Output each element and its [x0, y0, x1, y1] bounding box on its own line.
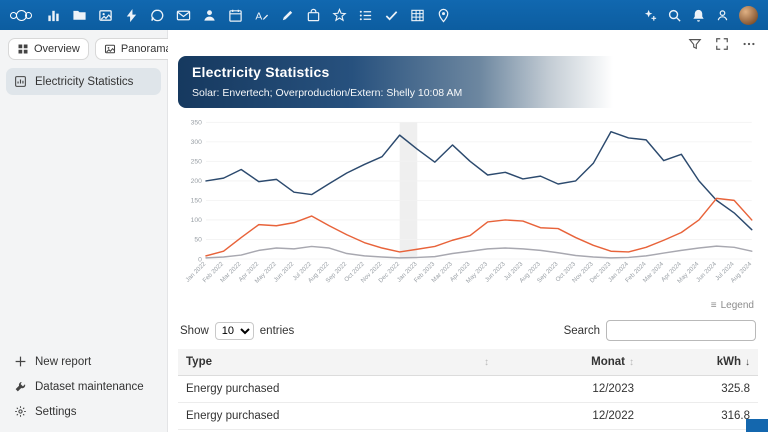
column-header-type[interactable]: Type ↕ [178, 349, 497, 377]
nextcloud-logo[interactable] [10, 9, 32, 21]
show-label: Show [180, 324, 209, 337]
page-title: Electricity Statistics [192, 64, 330, 80]
report-subtitle: Solar: Envertech; Overproduction/Extern:… [192, 87, 463, 99]
svg-text:300: 300 [191, 139, 202, 146]
contacts-menu-icon[interactable] [715, 8, 730, 23]
electricity-chart: 0 50 100 150 200 250 300 350 Jan 2022 Feb 2022 Mar… [178, 114, 758, 300]
report-label: Electricity Statistics [35, 75, 134, 88]
entries-label: entries [259, 324, 295, 337]
search-label: Search [563, 324, 600, 337]
maps-icon[interactable] [436, 8, 451, 23]
talk-icon[interactable] [150, 8, 165, 23]
top-bar: A [0, 0, 768, 30]
column-header-monat[interactable]: Monat ↕ [497, 349, 642, 377]
sidebar-item-electricity-statistics[interactable]: Electricity Statistics [6, 68, 161, 95]
report-header: Electricity Statistics Solar: Envertech;… [178, 56, 758, 108]
calendar-icon[interactable] [228, 8, 243, 23]
analytics-icon[interactable] [46, 8, 61, 23]
svg-text:350: 350 [191, 120, 202, 127]
filter-icon[interactable] [688, 37, 702, 51]
cell-type: Energy purchased [178, 375, 497, 404]
search-input[interactable] [606, 320, 756, 342]
tables-icon[interactable] [410, 8, 425, 23]
mail-icon[interactable] [176, 8, 191, 23]
table-row[interactable]: Energy purchased 12/2023 325.8 [178, 375, 758, 404]
gear-icon [14, 405, 27, 418]
report-icon [14, 75, 27, 88]
panorama-icon [104, 43, 116, 55]
dataset-maintenance-button[interactable]: Dataset maintenance [6, 374, 161, 399]
chart-svg: 050100150200250300350Jan 2022Feb 2022Mar… [184, 120, 753, 285]
overview-button[interactable]: Overview [8, 38, 89, 60]
cell-monat: 12/2022 [497, 402, 642, 431]
new-report-label: New report [35, 355, 92, 368]
svg-text:150: 150 [191, 198, 202, 205]
legend-label: Legend [720, 300, 754, 312]
topbar-right [643, 5, 758, 25]
plus-icon [14, 355, 27, 368]
deck-icon[interactable] [306, 8, 321, 23]
more-options-icon[interactable] [742, 37, 756, 51]
assistant-icon[interactable] [643, 8, 658, 23]
pen-icon[interactable] [280, 8, 295, 23]
series-overproduction-extern-line [205, 245, 753, 259]
fullscreen-icon[interactable] [715, 37, 729, 51]
page-size-select[interactable]: 10 [214, 321, 254, 340]
dataset-maintenance-label: Dataset maintenance [35, 380, 144, 393]
sidebar: Overview Panoramas Electricity Statistic… [0, 30, 187, 432]
search-icon[interactable] [667, 8, 682, 23]
legend-toggle[interactable]: ≡ Legend [178, 300, 758, 311]
wrench-icon [14, 380, 27, 393]
svg-text:250: 250 [191, 159, 202, 166]
cell-type: Energy purchased [178, 402, 497, 431]
sidebar-tabs: Overview Panoramas [0, 30, 187, 66]
table-row[interactable]: Energy purchased 12/2022 316.8 [178, 402, 758, 431]
check-icon[interactable] [384, 8, 399, 23]
column-header-kwh[interactable]: kWh ↓ [642, 349, 758, 377]
notifications-icon[interactable] [691, 8, 706, 23]
files-icon[interactable] [72, 8, 87, 23]
activity-icon[interactable] [124, 8, 139, 23]
main-content: Electricity Statistics Solar: Envertech;… [168, 30, 768, 432]
report-toolbar [178, 30, 758, 53]
new-report-button[interactable]: New report [6, 349, 161, 374]
scrollbar-corner[interactable] [746, 419, 768, 432]
svg-text:50: 50 [194, 237, 202, 244]
user-avatar[interactable] [739, 5, 758, 25]
sort-icon-kwh[interactable]: ↓ [745, 357, 750, 368]
table-controls: Show 10 entries Search [178, 320, 758, 342]
svg-text:200: 200 [191, 178, 202, 185]
settings-button[interactable]: Settings [6, 399, 161, 424]
contacts-icon[interactable] [202, 8, 217, 23]
photos-icon[interactable] [98, 8, 113, 23]
legend-icon: ≡ [710, 300, 717, 312]
svg-text:100: 100 [191, 217, 202, 224]
grid-icon [17, 43, 29, 55]
app-navigation: A [46, 7, 451, 23]
results-table: Type ↕ Monat ↕ kWh ↓ Energy purchased 12… [178, 349, 758, 432]
notes-icon[interactable]: A [254, 8, 269, 23]
settings-label: Settings [35, 405, 77, 418]
cell-kwh: 325.8 [642, 375, 758, 404]
sidebar-bottom: New report Dataset maintenance Settings [0, 345, 167, 432]
tasks-icon[interactable] [358, 8, 373, 23]
star-icon[interactable] [332, 7, 347, 23]
cell-kwh: 316.8 [642, 402, 758, 431]
overview-label: Overview [34, 43, 80, 55]
svg-text:A: A [255, 11, 262, 22]
sort-icon-type[interactable]: ↕ [484, 357, 489, 368]
series-solar-line [205, 197, 753, 257]
sort-icon-monat[interactable]: ↕ [629, 357, 634, 368]
cell-monat: 12/2023 [497, 375, 642, 404]
